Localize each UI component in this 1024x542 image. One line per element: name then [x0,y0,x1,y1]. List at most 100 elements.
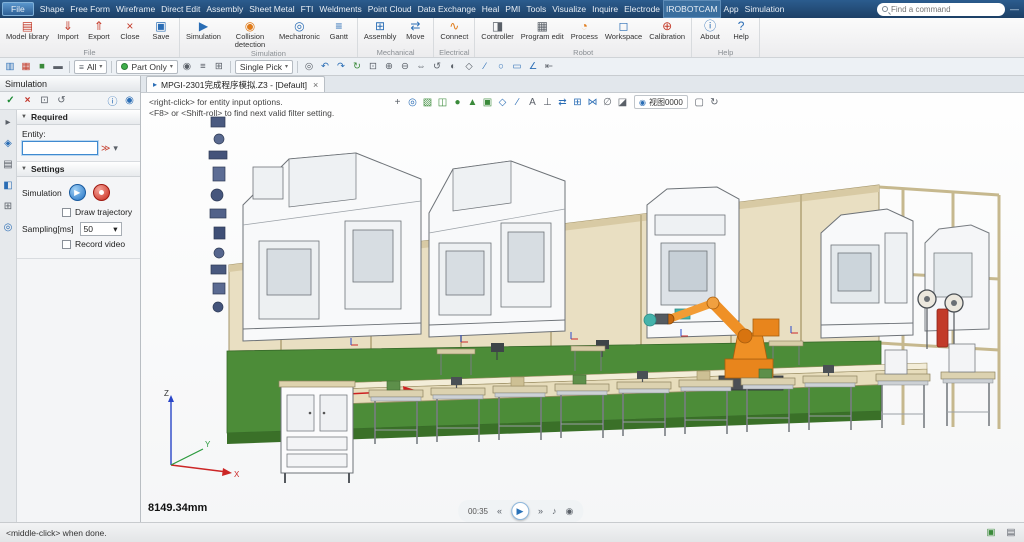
select-filter-icon[interactable]: ◎ [302,60,316,74]
menu-tab[interactable]: Inquire [589,0,621,18]
forward-button[interactable]: » [538,506,543,516]
program-edit-button[interactable]: ▦ Program edit [518,19,567,42]
text-icon[interactable]: A [526,96,539,109]
sketch-circle-icon[interactable]: ○ [494,60,508,74]
help-button[interactable]: ? Help [726,19,756,42]
face-color-icon[interactable]: ▦ [19,60,33,74]
sketch-angle-icon[interactable]: ∠ [526,60,540,74]
record-simulation-button[interactable] [93,184,110,201]
layers-icon[interactable]: ◧ [2,179,15,192]
cancel-button[interactable]: × [20,93,35,108]
entity-options-icon[interactable]: ≫ [101,143,110,154]
rewind-button[interactable]: « [497,506,502,516]
assembly-button[interactable]: ⊞ Assembly [361,19,400,42]
about-button[interactable]: ⓘ About [695,19,725,42]
entity-dropdown-icon[interactable]: ▾ [113,143,118,154]
menu-tab[interactable]: Data Exchange [415,0,479,18]
save-button[interactable]: ▣ Save [146,19,176,42]
refresh-icon[interactable]: ↻ [350,60,364,74]
target-button[interactable]: ◉ [122,93,137,108]
record-video-row[interactable]: Record video [62,239,135,249]
menu-tab[interactable]: Electrode [621,0,663,18]
menu-tab[interactable]: Wireframe [113,0,158,18]
volume-button[interactable]: ♪ [552,506,557,516]
cylinder-icon[interactable]: ◫ [436,96,449,109]
section-icon[interactable]: ◪ [616,96,629,109]
palette-icon[interactable]: ◈ [2,137,15,150]
menu-tab[interactable]: Sheet Metal [246,0,297,18]
undo-icon[interactable]: ↶ [318,60,332,74]
connect-button[interactable]: ∿ Connect [437,19,471,42]
menu-tab[interactable]: Simulation [742,0,788,18]
pointer-icon[interactable]: ▸ [2,116,15,129]
mirror-icon[interactable]: ⋈ [586,96,599,109]
command-search[interactable] [877,3,1005,16]
process-button[interactable]: ◔ Process [568,19,601,42]
info-button[interactable]: ⓘ [105,93,120,108]
visibility-icon[interactable]: ◉ [180,60,194,74]
cabinet[interactable] [279,381,355,483]
play-button[interactable]: ▶ [511,502,529,520]
float-window-icon[interactable]: ▢ [693,96,706,109]
cone-icon[interactable]: ▲ [466,96,479,109]
redo-icon[interactable]: ↷ [334,60,348,74]
sheet-icon[interactable]: ▤ [2,158,15,171]
cnc-machine-1[interactable] [243,153,421,341]
entity-input[interactable] [22,141,98,155]
pattern-icon[interactable]: ⊞ [571,96,584,109]
pan-icon[interactable]: ⇔ [414,60,428,74]
record-video-checkbox[interactable] [62,240,71,249]
capture-button[interactable]: ◉ [566,506,574,517]
list-view-icon[interactable]: ≡ [196,60,210,74]
display-filter-dropdown[interactable]: Part Only ▾ [116,60,177,74]
pin-button[interactable]: ⊡ [37,93,52,108]
entity-display-icon[interactable]: ▥ [3,60,17,74]
controller-button[interactable]: ◨ Controller [478,19,517,42]
dimension-icon[interactable]: ⇤ [542,60,556,74]
menu-tab[interactable]: Weldments [316,0,364,18]
workspace-grid-icon[interactable]: ▤ [1004,526,1018,540]
rotate-view-icon[interactable]: ↺ [430,60,444,74]
menu-tab[interactable]: App [721,0,742,18]
viewport[interactable]: ▸ MPGI-2301完成程序模拟.Z3 - [Default] × [141,76,1024,522]
close-button[interactable]: × Close [115,19,145,42]
cnc-machine-4[interactable] [821,209,913,338]
grid-icon[interactable]: ⊞ [2,200,15,213]
menu-tab[interactable]: IROBOTCAM [663,0,720,18]
draw-trajectory-row[interactable]: Draw trajectory [62,207,135,217]
search-input[interactable] [891,5,991,14]
sketch-rect-icon[interactable]: ▭ [510,60,524,74]
target-icon[interactable]: ◎ [2,221,15,234]
menu-tab[interactable]: PMI [502,0,523,18]
ok-button[interactable]: ✓ [3,93,18,108]
grid-view-icon[interactable]: ⊞ [212,60,226,74]
view-selector[interactable]: ◉ 视图0000 [634,95,688,109]
menu-tab[interactable]: Heal [479,0,502,18]
floating-parts[interactable] [209,117,227,312]
move-entity-icon[interactable]: ⇄ [556,96,569,109]
export-button[interactable]: ⇑ Export [84,19,114,42]
document-tab[interactable]: ▸ MPGI-2301完成程序模拟.Z3 - [Default] × [146,76,325,92]
datum-plus-icon[interactable]: + [391,96,404,109]
simulation-button[interactable]: ▶ Simulation [183,19,224,42]
refresh-view-icon[interactable]: ↻ [708,96,721,109]
collision-detection-button[interactable]: ◉ Collision detection [225,19,275,49]
model-library-button[interactable]: ▤ Model library [3,19,52,42]
menu-tab[interactable]: Point Cloud [365,0,415,18]
menu-tab[interactable]: File [2,2,34,16]
close-tab-icon[interactable]: × [313,80,318,90]
scene-3d-view[interactable]: Z X Y [141,93,1024,522]
play-simulation-button[interactable]: ▶ [69,184,86,201]
layer-dropdown[interactable]: ≡ All ▾ [74,60,107,74]
point-target-icon[interactable]: ◎ [406,96,419,109]
menu-tab[interactable]: Tools [523,0,549,18]
color-swatch-icon[interactable]: ■ [35,60,49,74]
menu-tab[interactable]: Visualize [549,0,589,18]
workspace-button[interactable]: ◻ Workspace [602,19,645,42]
zoom-out-icon[interactable]: ⊖ [398,60,412,74]
plane-icon[interactable]: ◇ [496,96,509,109]
cnc-machine-2[interactable] [429,161,565,337]
minimize-icon[interactable]: — [1010,4,1019,14]
menu-tab[interactable]: Direct Edit [158,0,203,18]
required-section-header[interactable]: ▼ Required [17,110,140,125]
